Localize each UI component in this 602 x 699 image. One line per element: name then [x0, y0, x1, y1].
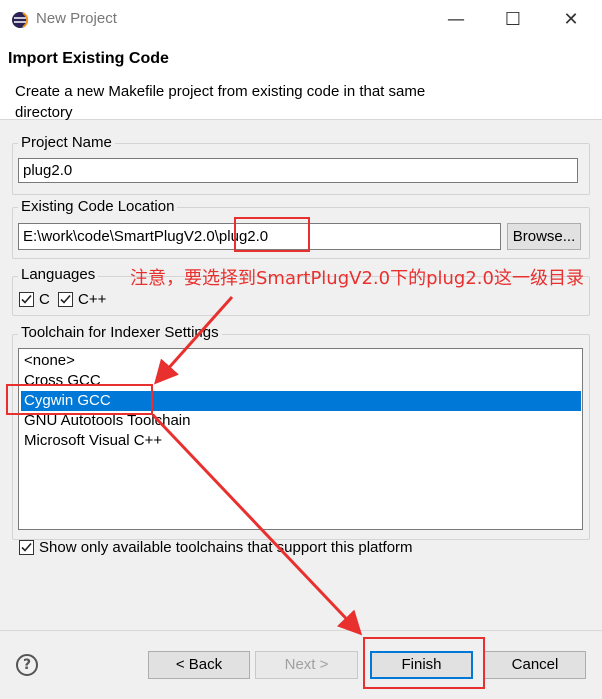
- code-location-label: Existing Code Location: [18, 198, 178, 215]
- close-button[interactable]: ✕: [557, 8, 585, 32]
- footer-divider: [0, 630, 602, 631]
- browse-button[interactable]: Browse...: [507, 223, 581, 250]
- toolchain-label: Toolchain for Indexer Settings: [18, 324, 222, 341]
- minimize-button[interactable]: —: [442, 8, 470, 32]
- only-available-checkbox[interactable]: [19, 540, 34, 555]
- language-cpp-checkbox[interactable]: [58, 292, 73, 307]
- toolchain-item-msvc[interactable]: Microsoft Visual C++: [21, 431, 581, 451]
- location-highlight-box: [234, 217, 310, 252]
- toolchain-list[interactable]: <none> Cross GCC Cygwin GCC GNU Autotool…: [18, 348, 583, 530]
- cancel-button[interactable]: Cancel: [484, 651, 586, 679]
- window-title: New Project: [36, 10, 117, 27]
- eclipse-app-icon: [11, 11, 29, 29]
- finish-highlight-box: [363, 637, 485, 689]
- only-available-label: Show only available toolchains that supp…: [39, 539, 413, 556]
- back-button[interactable]: < Back: [148, 651, 250, 679]
- cygwin-highlight-box: [6, 384, 153, 415]
- help-icon[interactable]: ?: [16, 654, 38, 676]
- project-name-input[interactable]: plug2.0: [18, 158, 578, 183]
- language-cpp-label: C++: [78, 291, 107, 308]
- project-name-label: Project Name: [18, 134, 115, 151]
- language-c-checkbox[interactable]: [19, 292, 34, 307]
- page-title: Import Existing Code: [8, 50, 169, 67]
- next-button[interactable]: Next >: [255, 651, 358, 679]
- language-c-label: C: [39, 291, 50, 308]
- toolchain-item-none[interactable]: <none>: [21, 351, 581, 371]
- languages-label: Languages: [18, 266, 99, 283]
- maximize-button[interactable]: ☐: [499, 8, 527, 32]
- page-description: Create a new Makefile project from exist…: [15, 83, 426, 121]
- annotation-note: 注意，要选择到SmartPlugV2.0下的plug2.0这一级目录: [130, 268, 584, 289]
